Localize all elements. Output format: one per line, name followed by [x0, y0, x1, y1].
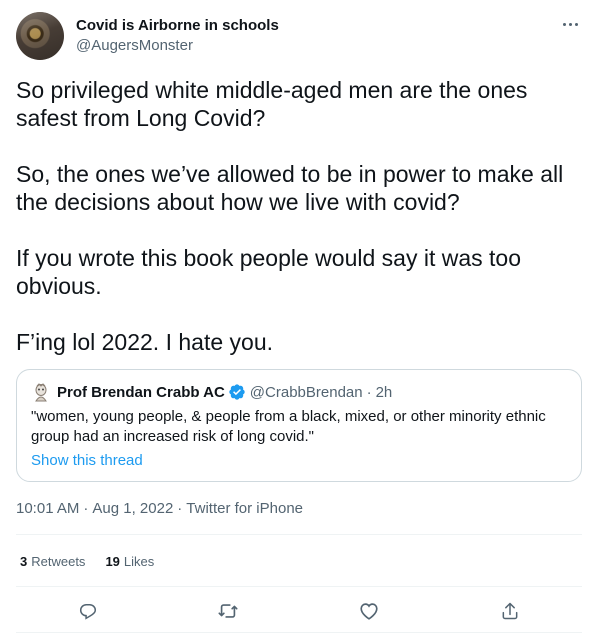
divider — [16, 586, 582, 587]
tweet-actions — [16, 598, 582, 624]
retweets-count: 3 — [20, 554, 28, 569]
tweet-date[interactable]: Aug 1, 2022 — [92, 500, 173, 517]
tweet-paragraph: So, the ones we’ve allowed to be in powe… — [16, 161, 564, 215]
likes-label: Likes — [123, 554, 155, 569]
retweet-icon[interactable] — [215, 598, 241, 624]
author-display-name[interactable]: Covid is Airborne in schools — [76, 16, 279, 35]
share-icon[interactable] — [497, 598, 523, 624]
reply-icon[interactable] — [75, 598, 101, 624]
tweet-paragraph: If you wrote this book people would say … — [16, 245, 522, 299]
likes-stat[interactable]: 19 Likes — [105, 554, 154, 569]
tweet-paragraph: So privileged white middle-aged men are … — [16, 77, 528, 131]
show-thread-link[interactable]: Show this thread — [31, 452, 143, 469]
divider — [16, 534, 582, 535]
quoted-tweet-header: Prof Brendan Crabb AC @CrabbBrendan · 2h — [31, 382, 392, 402]
more-icon[interactable] — [558, 12, 582, 36]
tweet-meta: 10:01 AM · Aug 1, 2022 · Twitter for iPhone — [16, 500, 303, 517]
separator-dot: · — [366, 383, 372, 401]
retweets-label: Retweets — [31, 554, 86, 569]
tweet-text: So privileged white middle-aged men are … — [16, 76, 582, 356]
quoted-tweet-card[interactable]: Prof Brendan Crabb AC @CrabbBrendan · 2h… — [16, 369, 582, 482]
like-icon[interactable] — [356, 598, 382, 624]
quoted-author-display-name[interactable]: Prof Brendan Crabb AC — [57, 384, 225, 401]
quoted-author-avatar — [31, 382, 51, 402]
likes-count: 19 — [105, 554, 120, 569]
separator-dot: · — [177, 500, 183, 517]
tweet-paragraph: F’ing lol 2022. I hate you. — [16, 329, 273, 355]
verified-badge-icon — [229, 384, 245, 400]
tweet-source[interactable]: Twitter for iPhone — [186, 500, 303, 517]
tweet-time[interactable]: 10:01 AM — [16, 500, 79, 517]
divider — [16, 632, 582, 633]
author-avatar[interactable] — [16, 12, 64, 60]
quoted-tweet-time[interactable]: 2h — [376, 384, 393, 401]
quoted-author-handle[interactable]: @CrabbBrendan — [250, 384, 363, 401]
author-names: Covid is Airborne in schools @AugersMons… — [76, 16, 279, 55]
tweet-header: Covid is Airborne in schools @AugersMons… — [16, 12, 582, 62]
retweets-stat[interactable]: 3 Retweets — [20, 554, 85, 569]
separator-dot: · — [83, 500, 89, 517]
author-handle[interactable]: @AugersMonster — [76, 36, 279, 55]
tweet-stats: 3 Retweets 19 Likes — [20, 554, 174, 569]
quoted-tweet-text: "women, young people, & people from a bl… — [31, 408, 546, 445]
